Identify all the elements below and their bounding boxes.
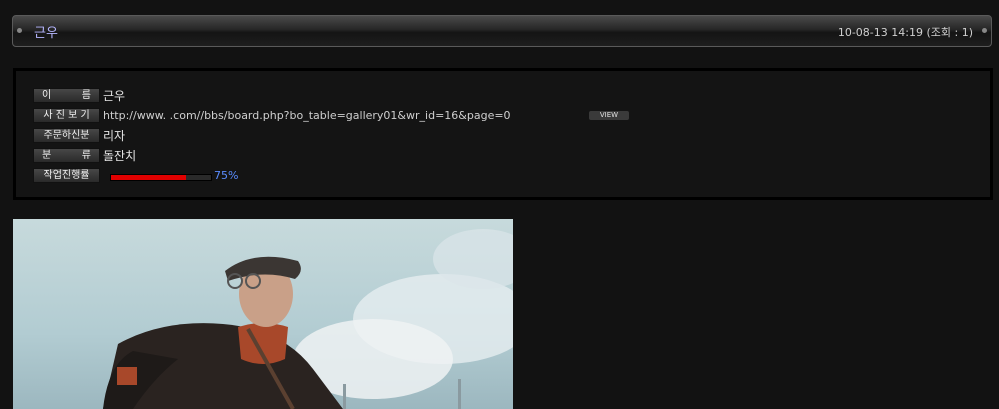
- category-label: 분 류: [33, 148, 100, 163]
- post-info-box: 이 름 근우 사 진 보 기 http://www. .com//bbs/boa…: [13, 68, 993, 200]
- orderer-label: 주문하신분: [33, 128, 100, 143]
- photo-label: 사 진 보 기: [33, 108, 100, 123]
- rivet-right-icon: [982, 28, 987, 33]
- post-meta: 10-08-13 14:19 (조회 : 1): [837, 26, 973, 39]
- post-title-bar: 근우 10-08-13 14:19 (조회 : 1): [12, 15, 992, 47]
- name-label: 이 름: [33, 88, 100, 103]
- post-photo: [13, 219, 513, 409]
- progress-bar: [110, 174, 212, 181]
- progress-fill: [111, 175, 186, 180]
- category-value: 돌잔치: [103, 149, 137, 163]
- rivet-left-icon: [17, 28, 22, 33]
- orderer-value: 리자: [103, 129, 126, 143]
- view-button[interactable]: VIEW: [589, 111, 629, 120]
- photo-illustration: [103, 229, 513, 409]
- name-value: 근우: [103, 89, 126, 103]
- progress-label: 작업진행률: [33, 168, 100, 183]
- photo-url[interactable]: http://www. .com//bbs/board.php?bo_table…: [103, 108, 511, 124]
- post-title: 근우: [34, 26, 58, 41]
- progress-percent: 75%: [214, 169, 239, 182]
